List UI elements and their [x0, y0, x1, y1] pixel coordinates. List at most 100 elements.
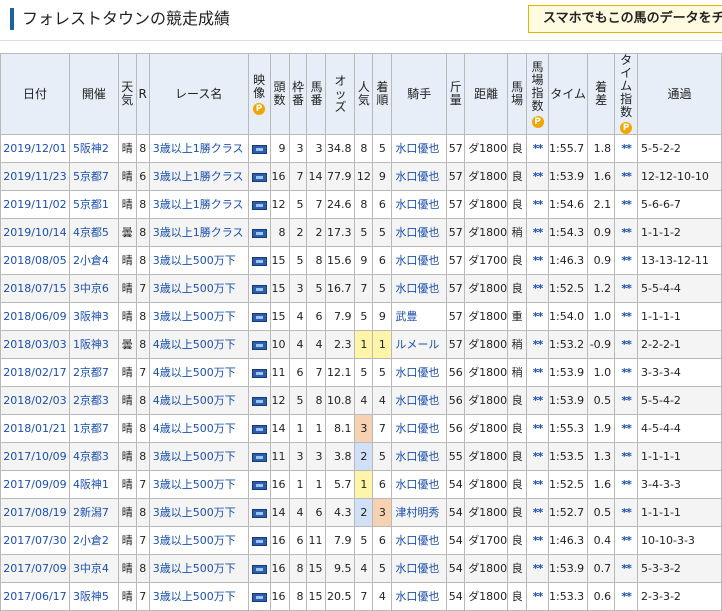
cell-race-date[interactable]: 2019/11/23 — [0, 162, 70, 191]
cell-race-date[interactable]: 2017/10/09 — [0, 442, 70, 471]
cell-video[interactable] — [247, 190, 271, 219]
cell-jockey-link[interactable]: 津村明秀 — [391, 498, 448, 527]
cell-venue[interactable]: 1京都7 — [68, 414, 119, 443]
cell-jockey-link[interactable]: 水口優也 — [391, 582, 448, 611]
cell-race-date[interactable]: 2017/06/17 — [0, 582, 70, 611]
cell-jockey-link[interactable]: 水口優也 — [391, 274, 448, 303]
video-icon[interactable] — [251, 508, 267, 518]
cell-video[interactable] — [247, 330, 271, 359]
cell-race-name-link[interactable]: 4歳以上500万下 — [148, 386, 249, 415]
cell-video[interactable] — [247, 386, 271, 415]
cell-video[interactable] — [247, 582, 271, 611]
cell-race-name-link[interactable]: 3歳以上500万下 — [148, 526, 249, 555]
video-icon[interactable] — [251, 172, 267, 182]
cell-venue[interactable]: 3阪神3 — [68, 302, 119, 331]
cell-jockey-link[interactable]: 水口優也 — [391, 134, 448, 163]
cell-venue[interactable]: 4阪神1 — [68, 470, 119, 499]
cell-jockey-link[interactable]: 水口優也 — [391, 442, 448, 471]
cell-video[interactable] — [247, 358, 271, 387]
cell-video[interactable] — [247, 442, 271, 471]
video-icon[interactable] — [251, 200, 267, 210]
cell-race-date[interactable]: 2017/07/09 — [0, 554, 70, 583]
cell-race-name-link[interactable]: 4歳以上500万下 — [148, 330, 249, 359]
cell-video[interactable] — [247, 470, 271, 499]
cell-race-name-link[interactable]: 3歳以上500万下 — [148, 246, 249, 275]
cell-race-name-link[interactable]: 3歳以上500万下 — [148, 442, 249, 471]
cell-race-name-link[interactable]: 3歳以上500万下 — [148, 274, 249, 303]
cell-race-date[interactable]: 2018/06/09 — [0, 302, 70, 331]
cell-race-date[interactable]: 2018/03/03 — [0, 330, 70, 359]
cell-venue[interactable]: 2小倉2 — [68, 526, 119, 555]
video-icon[interactable] — [251, 536, 267, 546]
cell-video[interactable] — [247, 134, 271, 163]
cell-jockey-link[interactable]: 水口優也 — [391, 470, 448, 499]
cell-race-name-link[interactable]: 3歳以上500万下 — [148, 582, 249, 611]
video-icon[interactable] — [251, 424, 267, 434]
cell-venue[interactable]: 2京都7 — [68, 358, 119, 387]
video-icon[interactable] — [251, 284, 267, 294]
cell-jockey-link[interactable]: 水口優也 — [391, 162, 448, 191]
cell-race-name-link[interactable]: 4歳以上500万下 — [148, 414, 249, 443]
cell-venue[interactable]: 1阪神3 — [68, 330, 119, 359]
video-icon[interactable] — [251, 312, 267, 322]
cell-video[interactable] — [247, 246, 271, 275]
cell-jockey-link[interactable]: 水口優也 — [391, 386, 448, 415]
video-icon[interactable] — [251, 144, 267, 154]
cell-jockey-link[interactable]: 水口優也 — [391, 554, 448, 583]
cell-venue[interactable]: 4京都5 — [68, 218, 119, 247]
cell-venue[interactable]: 2新潟7 — [68, 498, 119, 527]
cell-venue[interactable]: 5京都7 — [68, 162, 119, 191]
video-icon[interactable] — [251, 340, 267, 350]
cell-video[interactable] — [247, 498, 271, 527]
col-date[interactable]: 日付 — [0, 53, 70, 135]
cell-race-date[interactable]: 2018/02/17 — [0, 358, 70, 387]
cell-race-date[interactable]: 2017/07/30 — [0, 526, 70, 555]
cell-race-name-link[interactable]: 3歳以上1勝クラス — [148, 190, 249, 219]
video-icon[interactable] — [251, 368, 267, 378]
cell-venue[interactable]: 4京都3 — [68, 442, 119, 471]
cell-video[interactable] — [247, 414, 271, 443]
cell-jockey-link[interactable]: 水口優也 — [391, 246, 448, 275]
cell-jockey-link[interactable]: 水口優也 — [391, 358, 448, 387]
video-icon[interactable] — [251, 592, 267, 602]
cell-race-date[interactable]: 2018/08/05 — [0, 246, 70, 275]
cell-venue[interactable]: 3中京6 — [68, 274, 119, 303]
cell-race-date[interactable]: 2017/09/09 — [0, 470, 70, 499]
cell-jockey-link[interactable]: 水口優也 — [391, 526, 448, 555]
cell-video[interactable] — [247, 302, 271, 331]
cell-race-date[interactable]: 2017/08/19 — [0, 498, 70, 527]
cell-race-date[interactable]: 2018/02/03 — [0, 386, 70, 415]
cell-venue[interactable]: 3中京4 — [68, 554, 119, 583]
video-icon[interactable] — [251, 452, 267, 462]
cell-video[interactable] — [247, 162, 271, 191]
cell-video[interactable] — [247, 526, 271, 555]
cell-race-name-link[interactable]: 3歳以上1勝クラス — [148, 162, 249, 191]
cell-race-name-link[interactable]: 3歳以上500万下 — [148, 302, 249, 331]
cell-race-name-link[interactable]: 3歳以上500万下 — [148, 470, 249, 499]
video-icon[interactable] — [251, 480, 267, 490]
cell-race-date[interactable]: 2019/12/01 — [0, 134, 70, 163]
cell-jockey-link[interactable]: 水口優也 — [391, 218, 448, 247]
cell-jockey-link[interactable]: 水口優也 — [391, 190, 448, 219]
cell-jockey-link[interactable]: 水口優也 — [391, 414, 448, 443]
smartphone-promo-banner[interactable]: スマホでもこの馬のデータをチェ — [528, 5, 722, 33]
cell-venue[interactable]: 5阪神2 — [68, 134, 119, 163]
video-icon[interactable] — [251, 256, 267, 266]
video-icon[interactable] — [251, 228, 267, 238]
cell-race-date[interactable]: 2018/07/15 — [0, 274, 70, 303]
cell-race-date[interactable]: 2019/10/14 — [0, 218, 70, 247]
cell-race-name-link[interactable]: 3歳以上500万下 — [148, 498, 249, 527]
cell-video[interactable] — [247, 554, 271, 583]
cell-race-name-link[interactable]: 3歳以上1勝クラス — [148, 218, 249, 247]
cell-jockey-link[interactable]: ルメール — [391, 330, 448, 359]
video-icon[interactable] — [251, 396, 267, 406]
cell-race-name-link[interactable]: 4歳以上500万下 — [148, 358, 249, 387]
cell-race-date[interactable]: 2018/01/21 — [0, 414, 70, 443]
video-icon[interactable] — [251, 564, 267, 574]
cell-jockey-link[interactable]: 武豊 — [391, 302, 448, 331]
cell-race-date[interactable]: 2019/11/02 — [0, 190, 70, 219]
cell-race-name-link[interactable]: 3歳以上500万下 — [148, 554, 249, 583]
cell-race-name-link[interactable]: 3歳以上1勝クラス — [148, 134, 249, 163]
cell-venue[interactable]: 3阪神5 — [68, 582, 119, 611]
cell-video[interactable] — [247, 274, 271, 303]
